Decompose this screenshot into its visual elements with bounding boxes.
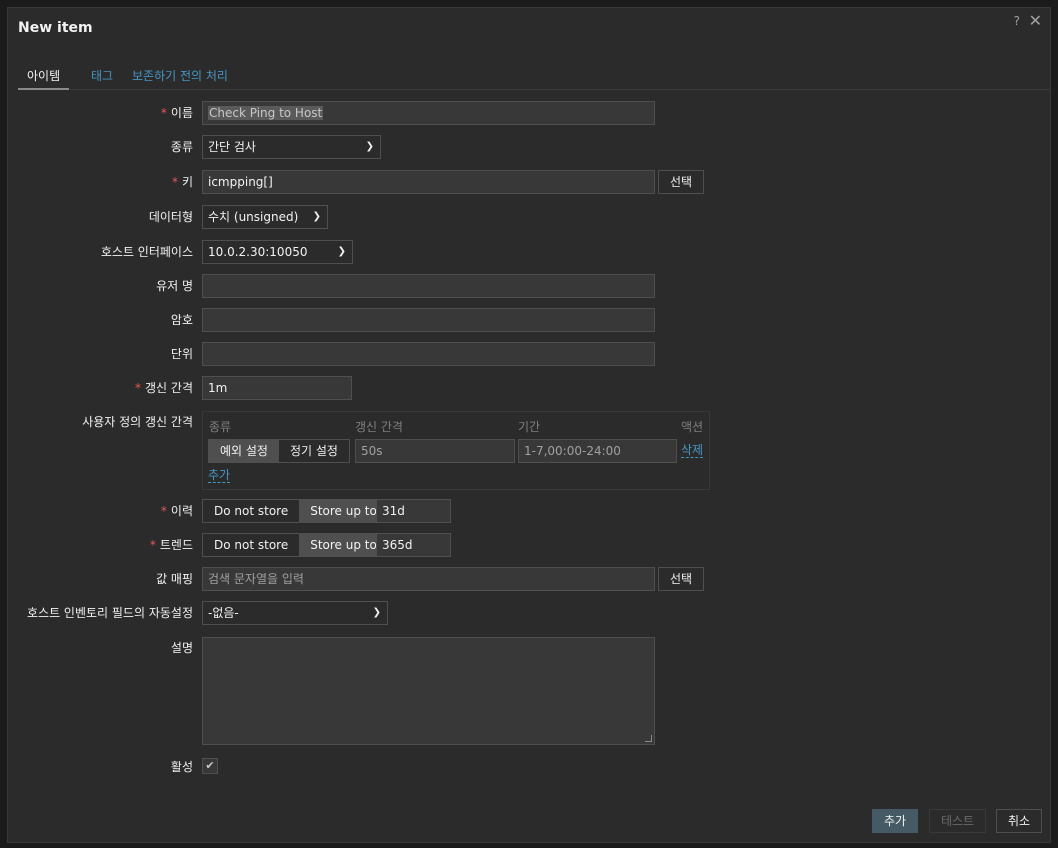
chevron-down-icon: ❯	[372, 607, 381, 618]
add-button[interactable]: 추가	[872, 809, 918, 833]
checkmark-icon: ✔	[205, 759, 215, 772]
col-header-type: 종류	[209, 420, 232, 434]
interval-type-segmented: 예외 설정 정기 설정	[208, 439, 350, 463]
custom-interval-input[interactable]: 50s	[355, 439, 515, 463]
tab-preprocessing[interactable]: 보존하기 전의 처리	[122, 66, 238, 90]
name-input[interactable]: Check Ping to Host	[202, 101, 655, 125]
dialog-title: New item	[18, 20, 93, 36]
custom-period-input[interactable]: 1-7,00:00-24:00	[518, 439, 677, 463]
scheduling-option[interactable]: 정기 설정	[278, 440, 349, 462]
enabled-checkbox[interactable]: ✔	[202, 758, 218, 774]
cancel-button[interactable]: 취소	[996, 809, 1042, 833]
units-input[interactable]	[202, 342, 655, 366]
username-input[interactable]	[202, 274, 655, 298]
type-label: 종류	[170, 140, 193, 154]
history-label: * 이력	[160, 504, 193, 518]
col-header-interval: 갱신 간격	[355, 420, 403, 434]
inventory-label: 호스트 인벤토리 필드의 자동설정	[26, 606, 193, 620]
history-do-not-store[interactable]: Do not store	[203, 500, 300, 522]
interface-select[interactable]: 10.0.2.30:10050 ❯	[202, 240, 353, 264]
chevron-down-icon: ❯	[337, 246, 346, 257]
history-input[interactable]: 31d	[376, 499, 451, 523]
col-header-action: 액션	[681, 420, 704, 434]
col-header-period: 기간	[518, 420, 541, 434]
interval-label: * 갱신 간격	[135, 381, 193, 395]
units-label: 단위	[170, 347, 193, 361]
trends-label: * 트렌드	[149, 538, 193, 552]
custom-intervals-table: 종류 갱신 간격 기간 액션 예외 설정 정기 설정 50s 1-7,00:00…	[202, 411, 710, 490]
interface-label: 호스트 인터페이스	[100, 245, 193, 259]
name-label: * 이름	[160, 106, 193, 120]
password-input[interactable]	[202, 308, 655, 332]
enabled-label: 활성	[170, 760, 193, 774]
tab-tags[interactable]: 태그	[81, 66, 123, 90]
valuemap-input[interactable]: 검색 문자열을 입력	[202, 567, 655, 591]
datatype-label: 데이터형	[148, 210, 193, 224]
trends-input[interactable]: 365d	[376, 533, 451, 557]
flexible-option[interactable]: 예외 설정	[209, 440, 279, 462]
close-icon[interactable]: ✕	[1029, 11, 1042, 30]
chevron-down-icon: ❯	[365, 141, 374, 152]
test-button: 테스트	[929, 809, 986, 833]
tab-item[interactable]: 아이템	[18, 66, 70, 90]
valuemap-label: 값 매핑	[156, 572, 193, 586]
key-select-button[interactable]: 선택	[658, 170, 704, 194]
remove-interval-link[interactable]: 삭제	[681, 443, 704, 458]
trends-segmented: Do not store Store up to	[202, 533, 389, 557]
interval-input[interactable]: 1m	[202, 376, 352, 400]
inventory-select[interactable]: -없음- ❯	[202, 601, 388, 625]
help-icon[interactable]: ?	[1014, 14, 1020, 28]
description-textarea[interactable]	[202, 637, 655, 745]
username-label: 유저 명	[156, 279, 193, 293]
key-label: * 키	[171, 175, 193, 189]
custom-intervals-label: 사용자 정의 갱신 간격	[82, 415, 193, 429]
trends-do-not-store[interactable]: Do not store	[203, 534, 300, 556]
valuemap-select-button[interactable]: 선택	[658, 567, 704, 591]
history-store-up-to[interactable]: Store up to	[299, 500, 388, 522]
password-label: 암호	[170, 313, 193, 327]
tab-bar: 아이템 태그 보존하기 전의 처리	[18, 64, 1050, 90]
trends-store-up-to[interactable]: Store up to	[299, 534, 388, 556]
resize-handle-icon[interactable]	[645, 735, 652, 742]
key-input[interactable]: icmpping[]	[202, 170, 655, 194]
history-segmented: Do not store Store up to	[202, 499, 389, 523]
new-item-dialog: New item ? ✕ 아이템 태그 보존하기 전의 처리 * 이름 Check…	[7, 7, 1051, 843]
add-interval-link[interactable]: 추가	[208, 468, 231, 483]
datatype-select[interactable]: 수치 (unsigned) ❯	[202, 205, 328, 229]
type-select[interactable]: 간단 검사 ❯	[202, 135, 381, 159]
chevron-down-icon: ❯	[312, 211, 321, 222]
description-label: 설명	[170, 641, 193, 655]
